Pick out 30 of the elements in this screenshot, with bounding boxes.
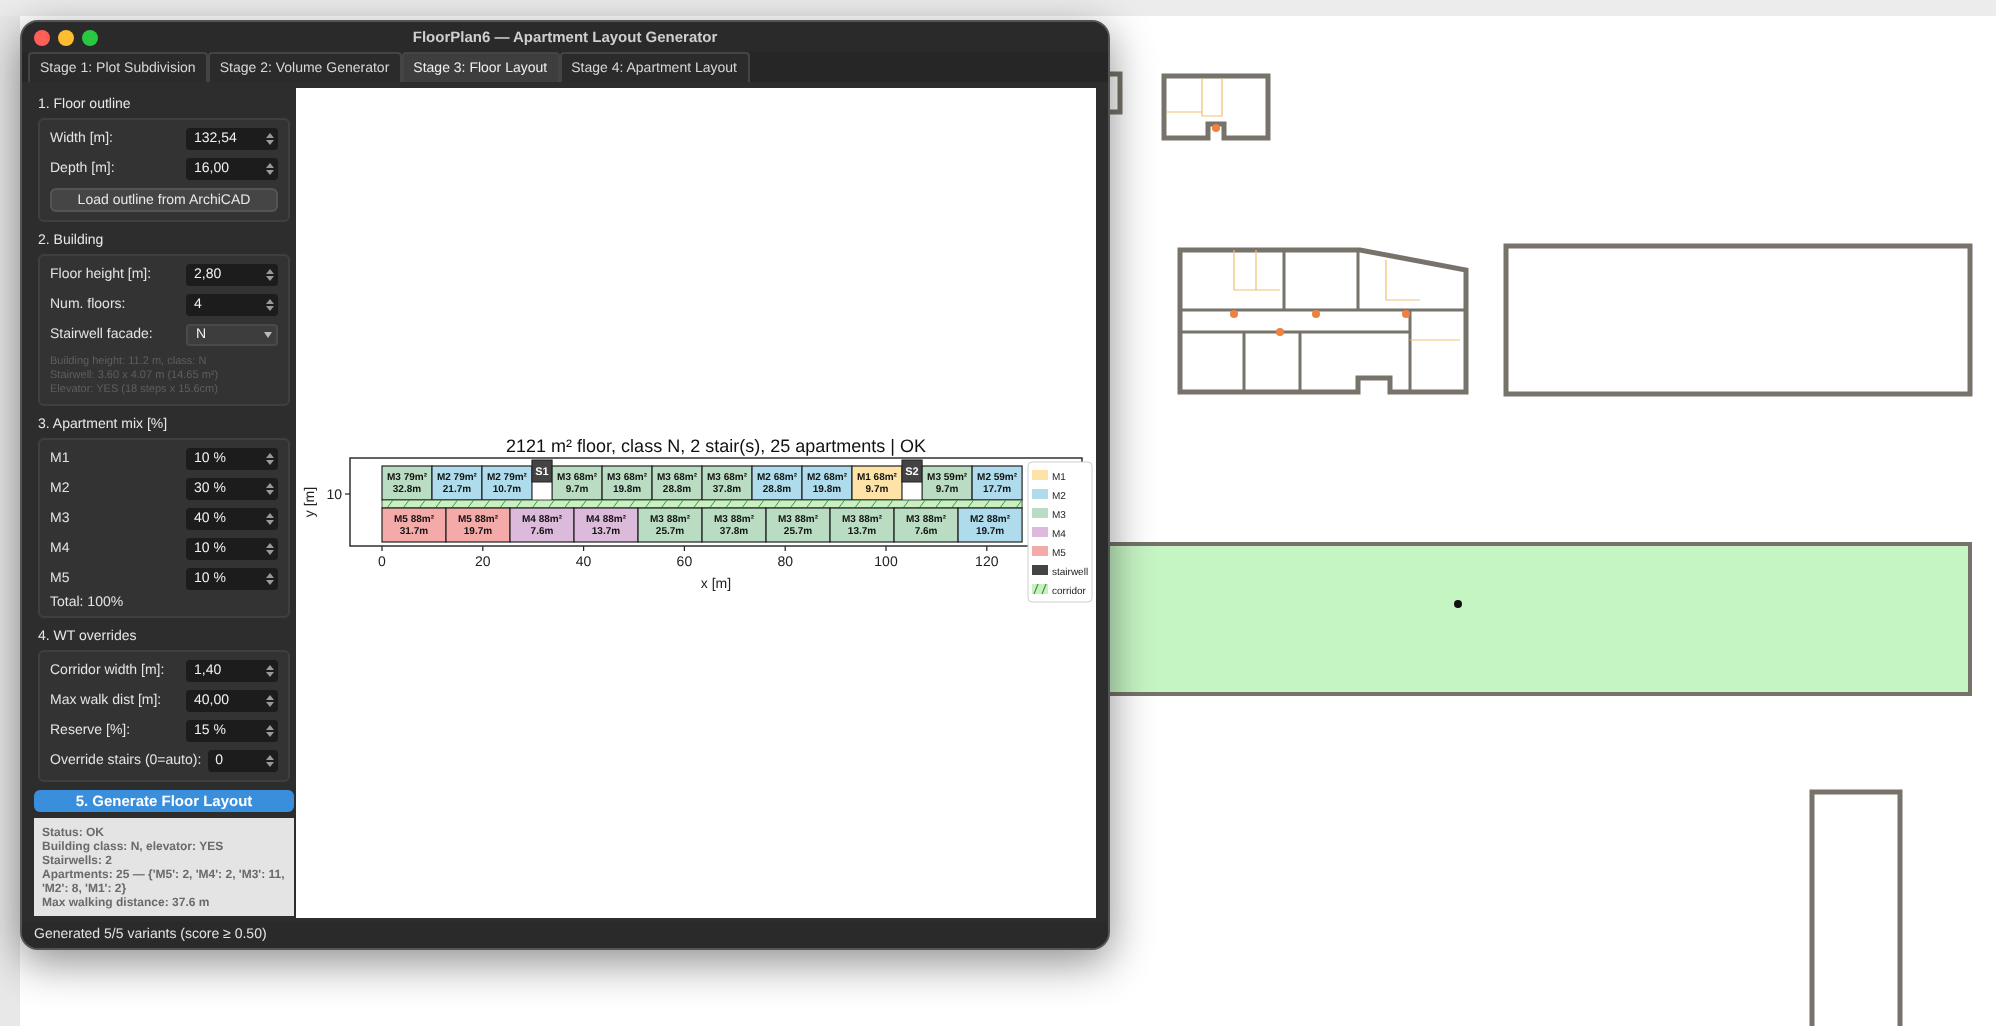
spin-arrows-icon	[266, 268, 274, 282]
tick-mark	[482, 545, 484, 552]
spin-arrows-icon	[266, 452, 274, 466]
minimize-button[interactable]	[58, 29, 74, 45]
tick-mark	[784, 545, 786, 552]
floor-plan-drawing	[1161, 73, 1271, 141]
spin-arrows-icon	[266, 482, 274, 496]
stairwell-block	[531, 459, 553, 483]
tick-mark	[683, 545, 685, 552]
spin-arrows-icon	[266, 132, 274, 146]
caret-icon	[264, 332, 272, 338]
tick-mark	[885, 545, 887, 552]
spin-arrows-icon	[266, 694, 274, 708]
tick-mark	[583, 545, 585, 552]
spin-arrows-icon	[266, 162, 274, 176]
spin-arrows-icon	[266, 572, 274, 586]
spin-arrows-icon	[266, 724, 274, 738]
spin-arrows-icon	[266, 542, 274, 556]
tick-mark	[344, 493, 351, 495]
plot-title: 2121 m² floor, class N, 2 stair(s), 25 apartments | OK	[506, 436, 926, 456]
tick-mark	[986, 545, 988, 552]
zoom-button[interactable]	[82, 29, 98, 45]
spin-arrows-icon	[266, 754, 274, 768]
stairwell-block	[901, 459, 923, 483]
close-button[interactable]	[34, 29, 50, 45]
spin-arrows-icon	[266, 664, 274, 678]
tick-mark	[381, 545, 383, 552]
center-point	[1454, 600, 1462, 608]
spin-arrows-icon	[266, 298, 274, 312]
spin-arrows-icon	[266, 512, 274, 526]
